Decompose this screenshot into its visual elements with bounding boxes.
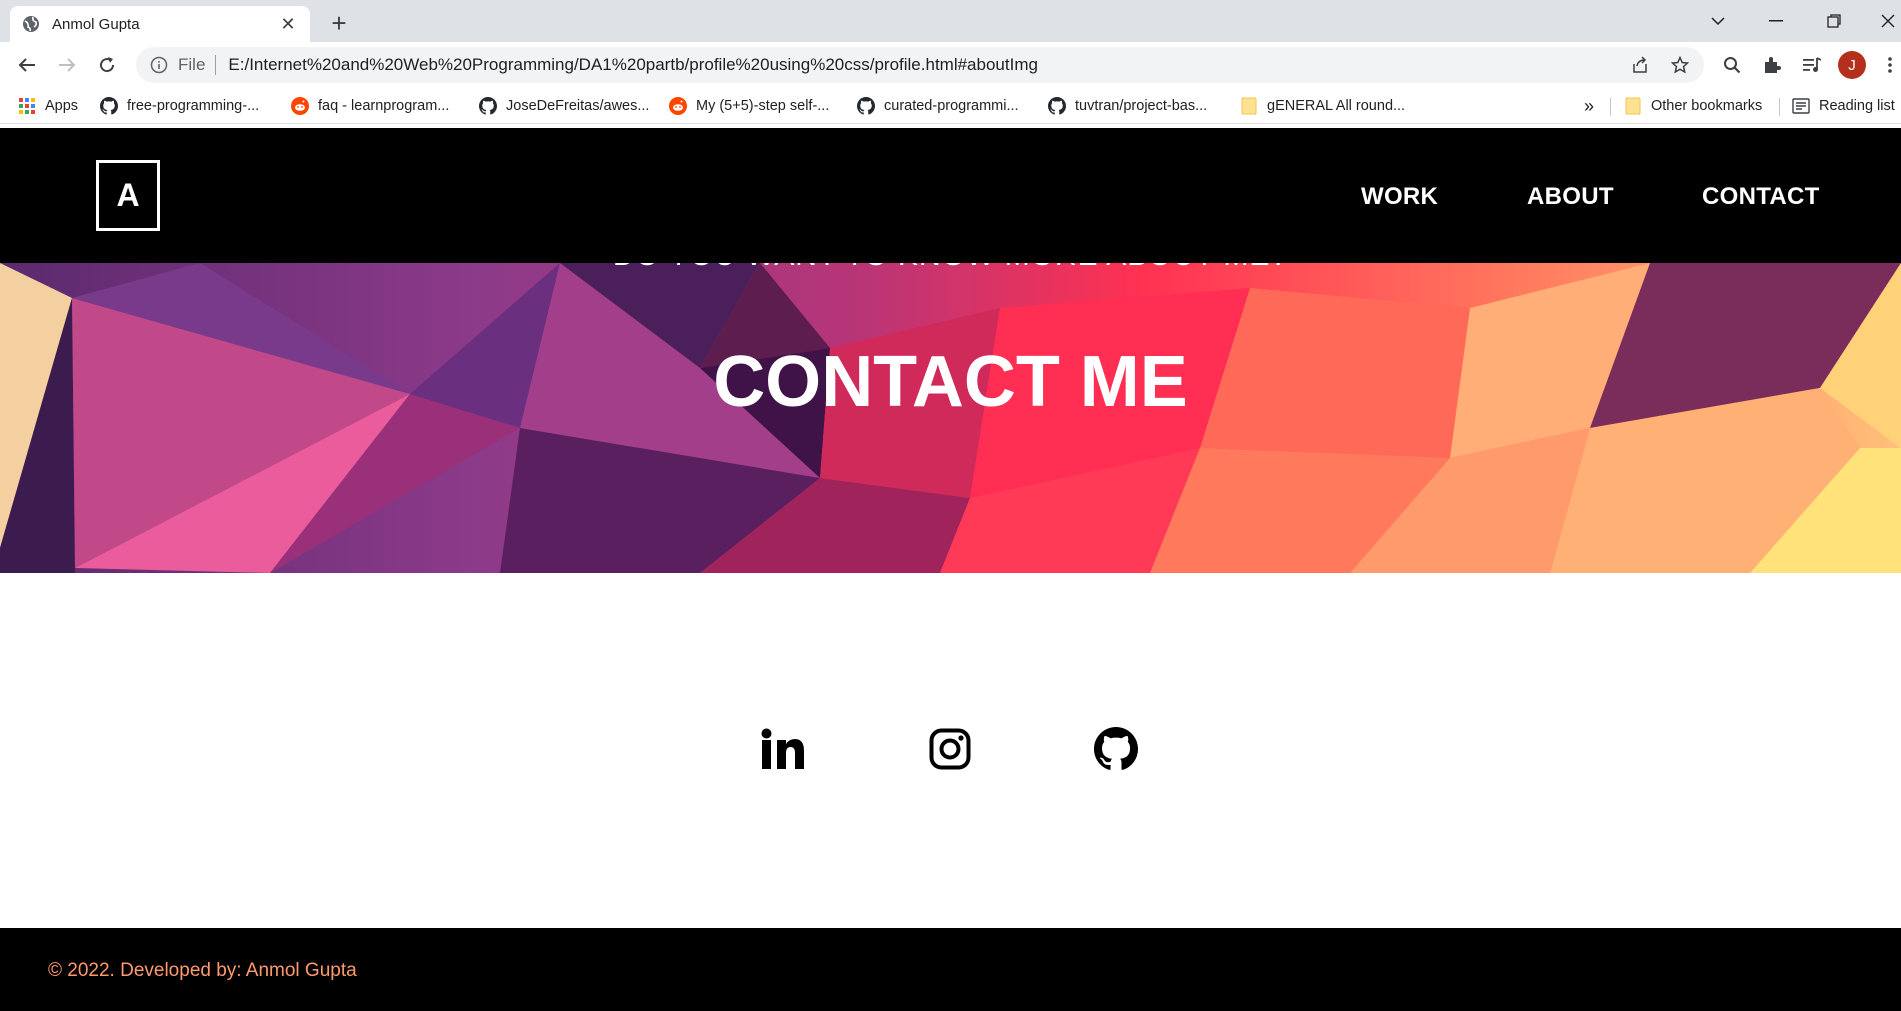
tab-title: Anmol Gupta <box>52 15 140 33</box>
hero-title: CONTACT ME <box>713 342 1188 422</box>
reading-list-icon <box>1792 97 1810 115</box>
bookmark-item[interactable]: tuvtran/project-bas... <box>1048 94 1207 118</box>
bookmark-label: Reading list <box>1819 98 1895 114</box>
reddit-icon <box>669 97 687 115</box>
bookmarks-bar: Apps free-programming-... faq - learnpro… <box>0 88 1901 124</box>
apps-grid-icon <box>18 97 36 115</box>
forward-button[interactable] <box>52 50 82 80</box>
bookmark-item[interactable]: gENERAL All round... <box>1240 94 1405 118</box>
close-tab-icon[interactable]: ✕ <box>278 14 298 35</box>
linkedin-icon[interactable] <box>760 726 806 772</box>
other-bookmarks[interactable]: Other bookmarks <box>1624 94 1762 118</box>
restore-button[interactable] <box>1814 6 1854 36</box>
browser-tab[interactable]: Anmol Gupta ✕ <box>10 6 310 42</box>
github-icon <box>479 97 497 115</box>
bookmark-label: My (5+5)-step self-... <box>696 98 830 114</box>
bookmark-label: tuvtran/project-bas... <box>1075 98 1208 114</box>
reload-button[interactable] <box>92 50 122 80</box>
search-icon[interactable] <box>1718 51 1746 79</box>
nav-link-about[interactable]: ABOUT <box>1527 183 1614 211</box>
folder-icon <box>1624 97 1642 115</box>
bookmark-apps[interactable]: Apps <box>18 94 78 118</box>
share-icon[interactable] <box>1626 51 1654 79</box>
bookmark-label: curated-programmi... <box>884 98 1019 114</box>
minimize-button[interactable] <box>1756 6 1796 36</box>
browser-toolbar: File E:/Internet%20and%20Web%20Programmi… <box>0 42 1901 88</box>
nav-link-contact[interactable]: CONTACT <box>1702 183 1820 211</box>
tab-strip: Anmol Gupta ✕ + <box>0 0 1901 42</box>
footer-copyright: © 2022. Developed by: Anmol Gupta <box>48 960 357 981</box>
bookmark-label: free-programming-... <box>127 98 260 114</box>
info-icon[interactable] <box>150 56 168 74</box>
github-icon <box>857 97 875 115</box>
bookmark-item[interactable]: JoseDeFreitas/awes... <box>479 94 649 118</box>
site-logo[interactable]: A <box>96 160 160 231</box>
site-footer: © 2022. Developed by: Anmol Gupta <box>0 928 1901 1011</box>
github-icon <box>1048 97 1066 115</box>
github-icon <box>100 97 118 115</box>
folder-icon <box>1240 97 1258 115</box>
tab-search-icon[interactable] <box>1698 6 1738 36</box>
site-navbar: A WORK ABOUT CONTACT <box>0 128 1901 263</box>
new-tab-button[interactable]: + <box>324 8 354 39</box>
close-window-button[interactable] <box>1868 6 1901 36</box>
bookmark-item[interactable]: free-programming-... <box>100 94 259 118</box>
bookmark-label: Apps <box>45 98 79 114</box>
bookmark-label: Other bookmarks <box>1651 98 1763 114</box>
scheme-label: File <box>178 55 206 74</box>
extensions-icon[interactable] <box>1758 51 1786 79</box>
address-bar[interactable]: File E:/Internet%20and%20Web%20Programmi… <box>136 47 1704 83</box>
reddit-icon <box>291 97 309 115</box>
media-control-icon[interactable] <box>1798 51 1826 79</box>
back-button[interactable] <box>12 50 42 80</box>
github-icon[interactable] <box>1093 726 1139 772</box>
bookmark-item[interactable]: curated-programmi... <box>857 94 1019 118</box>
url-text[interactable]: E:/Internet%20and%20Web%20Programming/DA… <box>228 55 1038 75</box>
bookmark-item[interactable]: faq - learnprogram... <box>291 94 449 118</box>
bookmark-label: gENERAL All round... <box>1267 98 1406 114</box>
bookmarks-divider <box>1779 98 1780 116</box>
globe-icon <box>22 15 40 33</box>
bookmark-label: faq - learnprogram... <box>318 98 450 114</box>
page-viewport: DO YOU WANT TO KNOW MORE ABOUT ME? CONTA… <box>0 128 1901 1011</box>
bookmark-star-icon[interactable] <box>1666 51 1694 79</box>
bookmarks-overflow-button[interactable]: » <box>1584 94 1594 118</box>
bookmark-item[interactable]: My (5+5)-step self-... <box>669 94 829 118</box>
bookmarks-divider <box>1610 98 1611 116</box>
instagram-icon[interactable] <box>927 726 973 772</box>
nav-link-work[interactable]: WORK <box>1361 183 1438 211</box>
address-divider <box>215 55 217 75</box>
reading-list[interactable]: Reading list <box>1792 94 1895 118</box>
menu-icon[interactable] <box>1876 51 1901 79</box>
bookmark-label: JoseDeFreitas/awes... <box>506 98 650 114</box>
profile-avatar[interactable]: J <box>1838 51 1866 79</box>
